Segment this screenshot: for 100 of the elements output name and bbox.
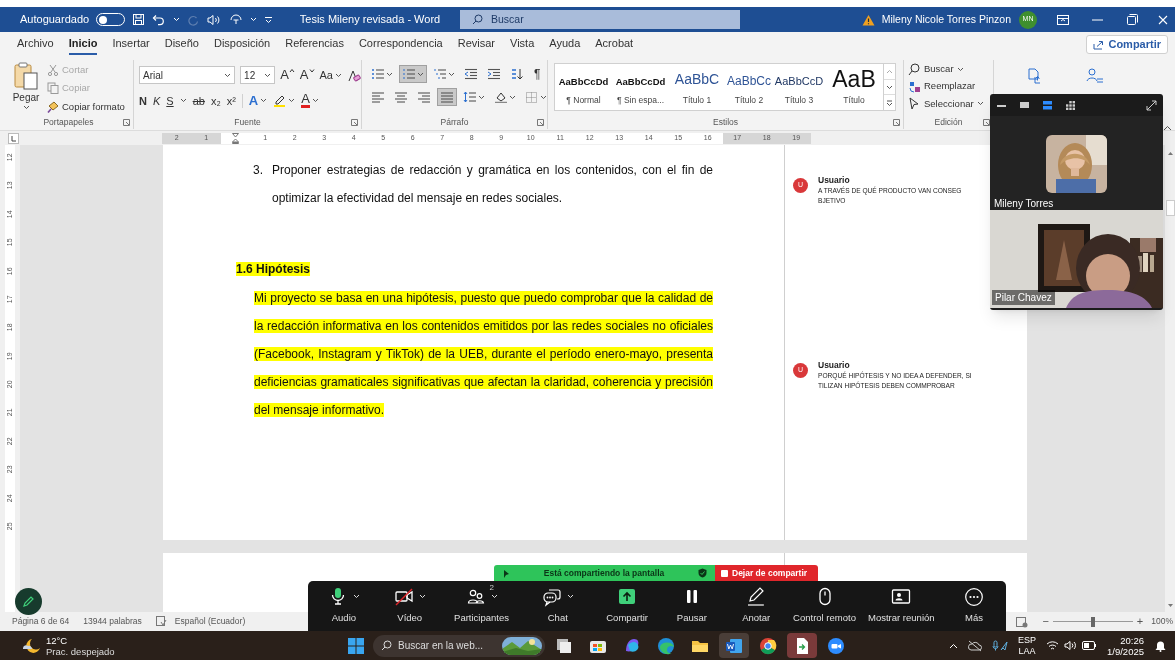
zoom-icon — [826, 635, 846, 656]
volume-icon[interactable] — [1064, 640, 1077, 651]
dialog-launcher-icon[interactable] — [537, 119, 544, 126]
subscript-button[interactable]: x₂ — [210, 93, 221, 108]
text-effects-button[interactable]: A — [248, 91, 268, 111]
collapse-ribbon-icon[interactable] — [1163, 125, 1172, 131]
change-case-button[interactable]: Aa — [319, 66, 342, 84]
cloud-off-icon[interactable] — [968, 639, 982, 652]
ribbon-tab[interactable]: Vista — [510, 34, 535, 55]
stop-sharing-button[interactable]: Dejar de compartir — [715, 565, 818, 581]
chevron-up-icon[interactable] — [949, 642, 958, 649]
paste-button[interactable]: Pegar — [8, 62, 44, 116]
multilevel-icon — [433, 68, 447, 80]
annotate-button[interactable]: Anotar — [723, 586, 789, 626]
speaker-view-button[interactable] — [1019, 99, 1030, 111]
scroll-down-icon[interactable] — [886, 84, 893, 90]
indent-marker-icon[interactable] — [232, 132, 240, 144]
grow-font-button[interactable]: A — [280, 68, 295, 82]
pause-button[interactable]: Pausar — [660, 586, 724, 626]
ribbon-tab[interactable]: Ayuda — [549, 34, 581, 55]
file-app-button[interactable] — [787, 633, 817, 658]
participants-button[interactable]: 2 Participantes — [441, 586, 522, 626]
ribbon-tab[interactable]: Inicio — [68, 34, 98, 55]
superscript-button[interactable]: x² — [226, 93, 236, 108]
show-marks-button[interactable]: ¶ — [534, 65, 541, 83]
more-button[interactable]: Más — [942, 586, 1006, 626]
ribbon-tab[interactable]: Disposición — [213, 34, 271, 55]
ribbon-tab[interactable]: Referencias — [285, 34, 344, 55]
signature-icon[interactable] — [1086, 68, 1104, 84]
italic-button[interactable]: K — [152, 93, 161, 108]
strip-view-button[interactable] — [1042, 99, 1053, 111]
clear-format-icon[interactable] — [347, 68, 361, 82]
replace-button[interactable]: Reemplazar — [908, 79, 993, 94]
microphone-button[interactable]: Audio — [310, 586, 378, 626]
bold-button[interactable]: N — [139, 93, 147, 108]
style-item[interactable]: AaBbCc Título 2 — [725, 64, 773, 110]
zoom-out-button[interactable]: − — [1042, 613, 1049, 630]
strike-button[interactable]: ab — [192, 93, 205, 108]
zoom-in-button[interactable]: + — [1136, 613, 1144, 630]
expand-gallery-icon[interactable] — [886, 99, 893, 106]
ribbon-tab[interactable]: Archivo — [17, 34, 54, 55]
ribbon-tab[interactable]: Diseño — [164, 34, 199, 55]
font-family-field[interactable]: Arial — [139, 66, 236, 84]
font-size-field[interactable]: 12 — [240, 66, 276, 84]
expand-icon[interactable] — [1146, 99, 1157, 111]
caret-icon — [173, 17, 181, 22]
taskbar-search-field[interactable]: Buscar en la web... — [373, 634, 545, 657]
language-button[interactable]: Español (Ecuador) — [174, 615, 246, 628]
mic-location-icon[interactable] — [992, 639, 1008, 652]
show-button[interactable]: Mostrar reunión — [860, 586, 943, 626]
word-app-button[interactable] — [719, 633, 749, 658]
ribbon-display-icon[interactable] — [1056, 14, 1069, 25]
customize-icon[interactable] — [264, 15, 274, 24]
scroll-up-icon[interactable] — [1166, 151, 1174, 156]
close-icon[interactable] — [1157, 14, 1168, 25]
minimize-icon[interactable] — [1092, 18, 1103, 21]
style-item[interactable]: AaBbC Título 1 — [669, 64, 725, 110]
ribbon-tab[interactable]: Acrobat — [595, 34, 634, 55]
file-export-icon[interactable] — [1026, 68, 1042, 84]
underline-button[interactable]: S — [166, 93, 174, 108]
font-color-button[interactable]: A — [301, 93, 319, 109]
remote-button[interactable]: Control remoto — [788, 586, 861, 626]
proofing-icon[interactable] — [155, 616, 167, 627]
select-button[interactable]: Seleccionar — [908, 96, 993, 111]
tab-selector-icon[interactable] — [8, 132, 19, 144]
style-item[interactable]: AaB Título — [825, 64, 883, 110]
notification-bell-icon[interactable] — [1154, 639, 1167, 652]
share-button[interactable]: Compartir — [594, 586, 660, 626]
ribbon-tab[interactable]: Correspondencia — [358, 34, 443, 55]
dialog-launcher-icon[interactable] — [983, 119, 990, 126]
zoom-slider[interactable] — [1052, 616, 1133, 627]
chat-button[interactable]: Chat — [521, 586, 595, 626]
scrollbar-thumb[interactable] — [1165, 200, 1175, 216]
restore-icon[interactable] — [1127, 14, 1138, 25]
highlight-button[interactable] — [273, 94, 296, 108]
focus-icon[interactable] — [1016, 615, 1029, 628]
camera-button[interactable]: Vídeo — [377, 586, 442, 626]
style-item[interactable]: AaBbCcD Título 3 — [773, 64, 825, 110]
start-icon[interactable] — [347, 636, 365, 655]
grid-view-button[interactable] — [1065, 99, 1076, 111]
save-icon[interactable] — [132, 13, 146, 26]
dialog-launcher-icon[interactable] — [351, 119, 358, 126]
share-button[interactable]: Compartir — [1086, 35, 1168, 54]
shading-icon — [494, 91, 508, 103]
scroll-down-icon[interactable] — [1166, 603, 1174, 608]
ribbon-tab[interactable]: Revisar — [457, 34, 495, 55]
find-button[interactable]: Buscar — [908, 62, 993, 77]
format-painter-button[interactable]: Copiar formato — [47, 99, 125, 114]
moon-cloud-icon[interactable] — [20, 636, 40, 655]
battery-icon[interactable] — [1082, 641, 1097, 650]
ribbon-tab[interactable]: Insertar — [112, 34, 150, 55]
style-item[interactable]: AaBbCcDd ¶ Sin espa... — [612, 64, 669, 110]
shrink-font-button[interactable]: A — [299, 68, 315, 82]
slider-thumb[interactable] — [1090, 616, 1095, 627]
wifi-icon[interactable] — [1046, 640, 1059, 651]
search-field[interactable]: Buscar — [460, 10, 740, 29]
undo-icon[interactable] — [152, 13, 167, 26]
dialog-launcher-icon[interactable] — [123, 119, 130, 126]
style-item[interactable]: AaBbCcDd ¶ Normal — [555, 64, 612, 110]
dialog-launcher-icon[interactable] — [893, 119, 900, 126]
